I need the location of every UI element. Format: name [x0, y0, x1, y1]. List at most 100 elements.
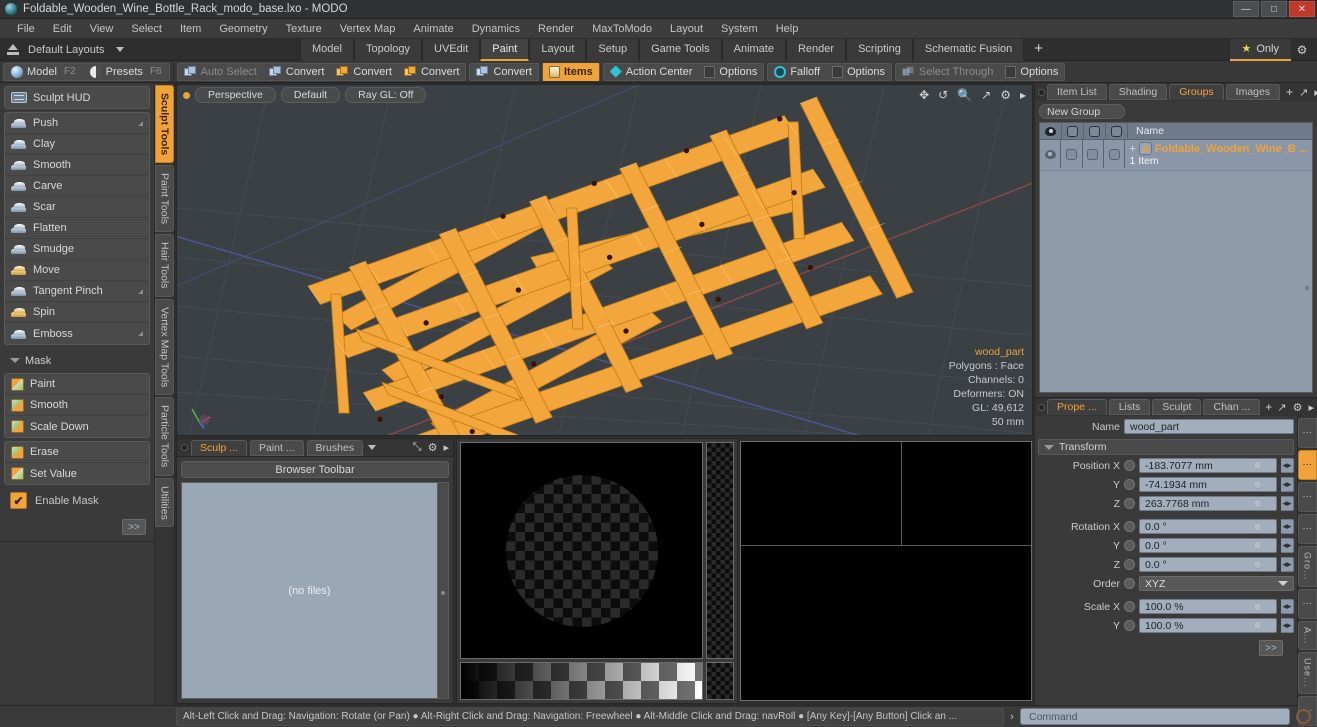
- view-mode-button[interactable]: Perspective: [195, 87, 276, 103]
- name-field[interactable]: wood_part: [1124, 419, 1294, 434]
- right-vtab-2[interactable]: ⋮: [1298, 482, 1317, 512]
- property-reset-dot[interactable]: [1253, 499, 1262, 508]
- tool-convert-4[interactable]: Convert: [470, 63, 538, 81]
- sculpt-tool-move[interactable]: Move: [5, 260, 149, 281]
- expand-icon[interactable]: ↗: [1277, 401, 1286, 414]
- menu-select[interactable]: Select: [122, 19, 171, 39]
- right-vtab-4[interactable]: Gro...: [1298, 546, 1317, 587]
- layout-tab-render[interactable]: Render: [786, 39, 846, 61]
- tab-properties[interactable]: Prope ...: [1047, 399, 1107, 415]
- property-keyframe-toggle[interactable]: [1124, 460, 1135, 471]
- sculpt-tool-emboss[interactable]: Emboss: [5, 323, 149, 344]
- zoom-icon[interactable]: 🔍: [957, 88, 972, 102]
- pan-icon[interactable]: ✥: [919, 88, 929, 102]
- tool-convert-1[interactable]: Convert: [263, 63, 331, 81]
- tab-images[interactable]: Images: [1226, 84, 1280, 100]
- only-toggle[interactable]: ★ Only: [1230, 39, 1292, 61]
- properties-expand-button[interactable]: >>: [1259, 640, 1283, 656]
- gear-icon[interactable]: ⚙: [428, 441, 438, 454]
- right-vtab-5[interactable]: ⋮: [1298, 589, 1317, 619]
- close-button[interactable]: ✕: [1289, 1, 1315, 17]
- viewport-3d[interactable]: Perspective Default Ray GL: Off ✥ ↺ 🔍 ↗ …: [176, 84, 1033, 436]
- mask-tool-scale-down[interactable]: Scale Down: [5, 416, 149, 437]
- tab-brushes[interactable]: Brushes: [307, 440, 364, 456]
- tool-convert-3[interactable]: Convert: [398, 63, 466, 81]
- sculpt-tool-tangent-pinch[interactable]: Tangent Pinch: [5, 281, 149, 302]
- menu-layout[interactable]: Layout: [661, 19, 712, 39]
- file-list-scrollbar[interactable]: [438, 482, 449, 699]
- fit-icon[interactable]: ↗: [981, 88, 991, 102]
- sculpt-tool-flatten[interactable]: Flatten: [5, 218, 149, 239]
- property-input-y[interactable]: 0.0 °: [1139, 538, 1277, 553]
- layout-tab-layout[interactable]: Layout: [529, 39, 586, 61]
- tool-options-11[interactable]: Options: [999, 63, 1064, 81]
- menu-dynamics[interactable]: Dynamics: [463, 19, 529, 39]
- tool-options-9[interactable]: Options: [826, 63, 891, 81]
- property-keyframe-toggle[interactable]: [1124, 578, 1135, 589]
- tab-shading[interactable]: Shading: [1109, 84, 1168, 100]
- sculpt-hud-item[interactable]: Sculpt HUD: [5, 87, 149, 108]
- row-wireframe-toggle[interactable]: [1083, 140, 1104, 168]
- enable-mask-checkbox[interactable]: ✔: [10, 492, 27, 509]
- menu-geometry[interactable]: Geometry: [210, 19, 276, 39]
- mask-tool-smooth[interactable]: Smooth: [5, 395, 149, 416]
- layout-settings-gear-icon[interactable]: ⚙: [1291, 39, 1313, 61]
- presets-mode-button[interactable]: Presets F6: [83, 63, 169, 81]
- sculpt-tool-clay[interactable]: Clay: [5, 134, 149, 155]
- column-render[interactable]: [1062, 123, 1084, 140]
- add-layout-tab-button[interactable]: +: [1024, 39, 1053, 61]
- panel-menu-icon[interactable]: [1038, 89, 1045, 96]
- chevron-right-icon[interactable]: ▸: [1308, 401, 1314, 414]
- menu-edit[interactable]: Edit: [44, 19, 81, 39]
- right-vtab-7[interactable]: Use...: [1298, 652, 1317, 694]
- tool-items-5[interactable]: Items: [543, 63, 599, 81]
- property-input-y[interactable]: -74.1934 mm: [1139, 477, 1277, 492]
- tool-convert-2[interactable]: Convert: [330, 63, 398, 81]
- property-keyframe-toggle[interactable]: [1124, 620, 1135, 631]
- vtab-sculpt-tools[interactable]: Sculpt Tools: [155, 85, 174, 163]
- chevron-right-icon[interactable]: ▸: [1020, 88, 1026, 102]
- browser-toolbar[interactable]: Browser Toolbar: [181, 461, 449, 478]
- expand-more-button[interactable]: >>: [122, 519, 146, 535]
- image-viewer-panel[interactable]: [740, 441, 1032, 701]
- chevron-down-icon[interactable]: [368, 445, 376, 450]
- property-spinner[interactable]: ◂▸: [1281, 599, 1294, 614]
- right-vtab-6[interactable]: A...: [1298, 621, 1317, 651]
- menu-file[interactable]: File: [8, 19, 44, 39]
- expand-row-icon[interactable]: +: [1129, 143, 1135, 155]
- property-spinner[interactable]: ◂▸: [1281, 618, 1294, 633]
- expand-icon[interactable]: ↗: [1299, 86, 1308, 99]
- sculpt-tool-push[interactable]: Push: [5, 113, 149, 134]
- tab-channels[interactable]: Chan ...: [1203, 399, 1260, 415]
- menu-view[interactable]: View: [81, 19, 123, 39]
- menu-vertex-map[interactable]: Vertex Map: [331, 19, 405, 39]
- vtab-utilities[interactable]: Utilities: [155, 478, 174, 528]
- layout-selector[interactable]: Default Layouts: [0, 43, 300, 57]
- panel-menu-icon[interactable]: [1038, 404, 1045, 411]
- sculpt-tool-spin[interactable]: Spin: [5, 302, 149, 323]
- property-keyframe-toggle[interactable]: [1124, 601, 1135, 612]
- right-vtab-0[interactable]: ⋮: [1298, 418, 1317, 448]
- tool-action-center-6[interactable]: Action Center: [604, 63, 699, 81]
- column-lock[interactable]: [1106, 123, 1128, 140]
- layout-tab-game-tools[interactable]: Game Tools: [639, 39, 722, 61]
- tab-sculpt[interactable]: Sculp ...: [191, 440, 247, 456]
- new-group-button[interactable]: New Group: [1039, 104, 1125, 119]
- property-spinner[interactable]: ◂▸: [1281, 477, 1294, 492]
- brush-alpha-preview[interactable]: [460, 442, 703, 659]
- right-vtab-1[interactable]: ⋮: [1298, 450, 1317, 480]
- vtab-vertex-map-tools[interactable]: Vertex Map Tools: [155, 299, 174, 395]
- property-spinner[interactable]: ◂▸: [1281, 496, 1294, 511]
- groups-table-body[interactable]: [1040, 171, 1312, 392]
- export-layout-icon[interactable]: [6, 43, 20, 57]
- gear-icon[interactable]: ⚙: [1000, 88, 1011, 102]
- property-select-order[interactable]: XYZ: [1139, 576, 1294, 591]
- sculpt-tool-carve[interactable]: Carve: [5, 176, 149, 197]
- layout-tab-topology[interactable]: Topology: [354, 39, 422, 61]
- mask-tool-erase[interactable]: Erase: [5, 442, 149, 463]
- tab-sculpt[interactable]: Sculpt: [1152, 399, 1201, 415]
- property-keyframe-toggle[interactable]: [1124, 559, 1135, 570]
- enable-mask-row[interactable]: ✔ Enable Mask: [4, 488, 150, 513]
- mask-section-header[interactable]: Mask: [4, 351, 150, 370]
- menu-help[interactable]: Help: [767, 19, 808, 39]
